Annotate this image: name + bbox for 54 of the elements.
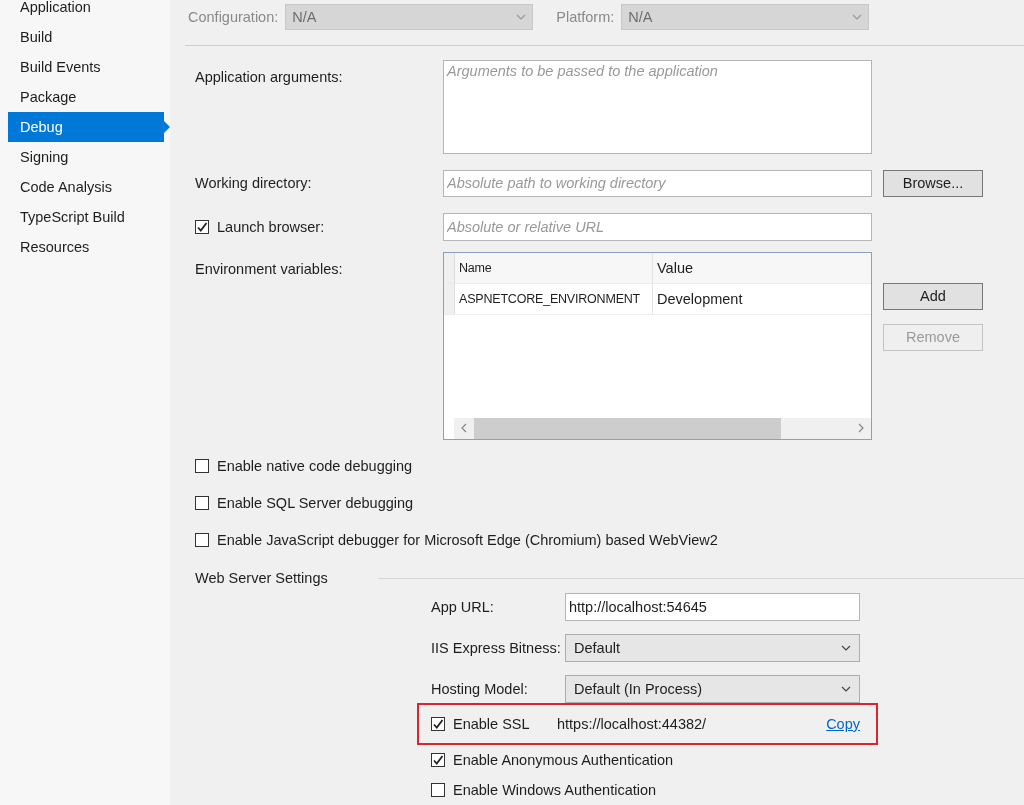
scroll-thumb[interactable]	[474, 417, 781, 439]
field-label: IIS Express Bitness:	[431, 639, 562, 656]
checkbox[interactable]	[431, 753, 445, 767]
column-header[interactable]: Name	[455, 252, 653, 283]
field-label: App URL:	[431, 598, 495, 615]
arguments-field[interactable]: Arguments to be passed to the application	[443, 59, 872, 154]
field-label: Working directory:	[195, 175, 313, 192]
configuration-label: Configuration:	[188, 9, 279, 26]
checkbox-label: Enable SSL	[453, 715, 530, 732]
table-cell-text: Development	[656, 290, 743, 307]
add-button[interactable]: Add	[883, 282, 983, 310]
checkbox[interactable]	[195, 459, 209, 474]
checkbox[interactable]	[431, 716, 445, 731]
chevron-down-icon	[841, 644, 851, 651]
platform-label: Platform:	[556, 9, 615, 26]
sidebar-item[interactable]: Code Analysis	[8, 172, 164, 202]
checkbox-label: Enable SQL Server debugging	[217, 495, 414, 512]
scroll-right-icon[interactable]	[857, 423, 865, 434]
working-directory-field[interactable]: Absolute path to working directory	[443, 169, 872, 197]
sidebar-item[interactable]: Build	[8, 22, 164, 52]
ssl-url-text: https://localhost:44382/	[557, 715, 708, 732]
chevron-down-icon	[852, 14, 863, 21]
field-label: Hosting Model:	[431, 680, 529, 697]
bitness-dropdown[interactable]: Default	[565, 633, 860, 662]
checkbox-label: Enable Anonymous Authentication	[453, 752, 674, 768]
field-label: Application arguments:	[195, 67, 344, 85]
checkbox[interactable]	[431, 783, 445, 797]
table-cell: ASPNETCORE_ENVIRONMENT	[455, 283, 653, 314]
chevron-down-icon	[516, 14, 527, 21]
sidebar-item[interactable]: Build Events	[8, 52, 164, 82]
browse-button[interactable]: Browse...	[883, 169, 983, 197]
sidebar-item[interactable]: Application	[8, 0, 164, 22]
hosting-model-dropdown[interactable]: Default (In Process)	[565, 674, 860, 703]
checkbox[interactable]	[195, 219, 209, 234]
field-label: Environment variables:	[195, 259, 344, 277]
checkbox[interactable]	[195, 533, 209, 548]
scroll-left-icon[interactable]	[460, 423, 468, 434]
sidebar-item[interactable]: Signing	[8, 142, 164, 172]
checkbox-label: Enable Windows Authentication	[453, 782, 657, 798]
sidebar-item[interactable]: TypeScript Build	[8, 202, 164, 232]
copy-link[interactable]: Copy	[826, 715, 860, 732]
checkbox-label: Enable JavaScript debugger for Microsoft Edge (Chromium) based WebView2	[217, 532, 718, 549]
checkbox-label: Enable native code debugging	[217, 458, 413, 475]
horizontal-scrollbar[interactable]	[454, 417, 871, 439]
checkbox[interactable]	[195, 496, 209, 511]
checkbox-label: Launch browser:	[217, 218, 325, 235]
chevron-down-icon	[841, 685, 851, 692]
app-url-field[interactable]: http://localhost:54645	[565, 592, 860, 621]
sidebar-item[interactable]: Resources	[8, 232, 164, 262]
url-field[interactable]: Absolute or relative URL	[443, 212, 872, 241]
section-title: Web Server Settings	[195, 570, 328, 587]
sidebar-item[interactable]: Package	[8, 82, 164, 112]
pointer-icon	[164, 121, 170, 133]
column-header[interactable]: Value	[653, 259, 693, 276]
